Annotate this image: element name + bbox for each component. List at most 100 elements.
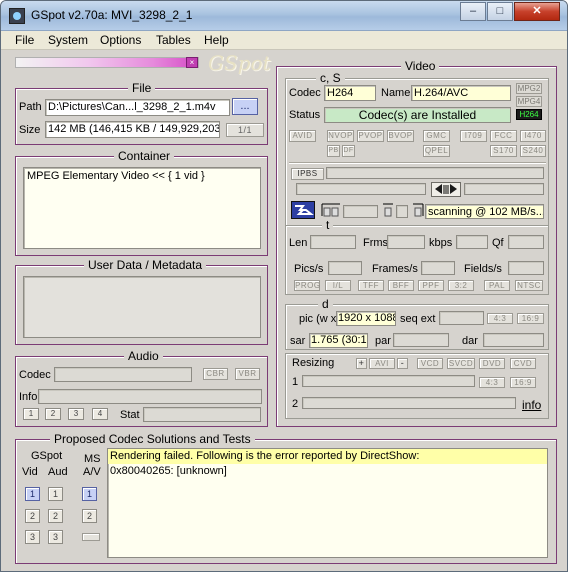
resize-cvd-button[interactable]: CVD xyxy=(510,358,536,369)
flag-pal[interactable]: PAL xyxy=(484,280,510,291)
qf-label: Qf xyxy=(492,237,504,249)
dar-label: dar xyxy=(462,335,478,347)
flag-ntsc[interactable]: NTSC xyxy=(515,280,543,291)
flag-il[interactable]: I/L xyxy=(325,280,351,291)
ms-label: MS xyxy=(84,453,101,465)
menu-tables[interactable]: Tables xyxy=(154,33,193,47)
resizing-subgroup: Resizing + AVI - VCD SVCD DVD CVD 1 4:3 … xyxy=(285,353,549,419)
audio-group-title: Audio xyxy=(124,349,163,363)
flag-bff[interactable]: BFF xyxy=(388,280,414,291)
resize-dvd-button[interactable]: DVD xyxy=(479,358,505,369)
ms-av-2[interactable]: 2 xyxy=(82,509,97,523)
flag-i470[interactable]: I470 xyxy=(520,130,546,142)
bracket-end-icon[interactable] xyxy=(412,202,424,218)
gspot-vid-3[interactable]: 3 xyxy=(25,530,40,544)
size-field: 142 MB (146,415 KB / 149,929,203 xyxy=(45,121,220,138)
audio-codec-field xyxy=(54,367,192,382)
audio-group: Audio Codec CBR VBR Info 1 2 3 4 Stat xyxy=(15,349,268,427)
resize-vcd-button[interactable]: VCD xyxy=(417,358,443,369)
resize-svcd-button[interactable]: SVCD xyxy=(447,358,475,369)
audio-info-label: Info xyxy=(19,391,38,403)
app-icon[interactable] xyxy=(9,8,25,24)
decode-test-icon[interactable] xyxy=(291,201,315,219)
fields-field xyxy=(508,261,544,275)
flag-df[interactable]: DF xyxy=(342,145,355,157)
message-line-1: Rendering failed. Following is the error… xyxy=(108,449,547,464)
video-name-label: Name xyxy=(381,87,411,99)
title-bar[interactable]: GSpot v2.70a: MVI_3298_2_1 – □ ✕ xyxy=(1,1,567,31)
message-line-2: 0x80040265: [unknown] xyxy=(110,465,227,477)
proposed-message-box[interactable]: Rendering failed. Following is the error… xyxy=(107,448,548,558)
ms-av-blank[interactable] xyxy=(82,533,100,541)
video-group-title: Video xyxy=(401,59,440,73)
bracket-ib-icon[interactable] xyxy=(321,202,341,218)
resize-row1-label: 1 xyxy=(292,376,299,388)
cbr-button[interactable]: CBR xyxy=(203,368,228,380)
browse-button[interactable]: ... xyxy=(232,98,258,115)
flag-pvop[interactable]: PVOP xyxy=(357,130,384,142)
ms-av-1[interactable]: 1 xyxy=(82,487,97,501)
par-field xyxy=(393,333,449,347)
flag-tff[interactable]: TFF xyxy=(358,280,384,291)
resize-169-button[interactable]: 16:9 xyxy=(510,377,536,388)
flag-i709[interactable]: I709 xyxy=(460,130,487,142)
flag-ppf[interactable]: PPF xyxy=(418,280,444,291)
file-counter[interactable]: 1/1 xyxy=(226,123,264,137)
flag-avid[interactable]: AVID xyxy=(289,130,316,142)
flag-s240[interactable]: S240 xyxy=(520,145,546,157)
close-mini-icon[interactable]: × xyxy=(186,57,198,68)
video-status-label: Status xyxy=(289,109,321,121)
resize-minus-button[interactable]: - xyxy=(397,358,408,369)
gspot-vid-2[interactable]: 2 xyxy=(25,509,40,523)
flag-s170[interactable]: S170 xyxy=(490,145,517,157)
gspot-aud-3[interactable]: 3 xyxy=(48,530,63,544)
pics-field xyxy=(328,261,362,275)
flag-nvop[interactable]: NVOP xyxy=(327,130,354,142)
info-link[interactable]: info xyxy=(522,398,541,412)
gspot-aud-1[interactable]: 1 xyxy=(48,487,63,501)
ipbs-field xyxy=(326,167,544,179)
ar-169-button[interactable]: 16:9 xyxy=(517,313,544,324)
video-codec-field: H264 xyxy=(324,85,376,101)
pic-label: pic (w x xyxy=(299,313,337,325)
vbr-button[interactable]: VBR xyxy=(235,368,260,380)
minimize-button[interactable]: – xyxy=(460,2,486,21)
close-button[interactable]: ✕ xyxy=(514,2,560,21)
flag-prog[interactable]: PROG xyxy=(294,280,320,291)
menu-file[interactable]: File xyxy=(13,33,36,47)
scan-icon[interactable] xyxy=(431,182,461,197)
resize-avi-button[interactable]: AVI xyxy=(369,358,395,369)
userdata-group: User Data / Metadata xyxy=(15,258,268,345)
audio-stream-1[interactable]: 1 xyxy=(23,408,39,420)
frame-bar-right xyxy=(464,183,544,195)
audio-stream-4[interactable]: 4 xyxy=(92,408,108,420)
ar-43-button[interactable]: 4:3 xyxy=(487,313,513,324)
container-textbox[interactable]: MPEG Elementary Video << { 1 vid } xyxy=(23,167,261,249)
container-value: MPEG Elementary Video << { 1 vid } xyxy=(27,170,205,182)
flag-gmc[interactable]: GMC xyxy=(423,130,450,142)
flag-32[interactable]: 3:2 xyxy=(448,280,474,291)
flag-fcc[interactable]: FCC xyxy=(490,130,517,142)
h264-tag: H264 xyxy=(516,109,542,120)
gspot-aud-2[interactable]: 2 xyxy=(48,509,63,523)
audio-stream-2[interactable]: 2 xyxy=(45,408,61,420)
resize-plus-button[interactable]: + xyxy=(356,358,367,369)
gspot-vid-1[interactable]: 1 xyxy=(25,487,40,501)
audio-stat-label: Stat xyxy=(120,409,140,421)
ipbs-button[interactable]: IPBS xyxy=(291,168,324,180)
resize-43-button[interactable]: 4:3 xyxy=(479,377,505,388)
par-label: par xyxy=(375,335,391,347)
userdata-textbox[interactable] xyxy=(23,276,261,338)
menu-options[interactable]: Options xyxy=(98,33,143,47)
menu-help[interactable]: Help xyxy=(202,33,231,47)
sar-label: sar xyxy=(290,335,306,347)
flag-bvop[interactable]: BVOP xyxy=(387,130,414,142)
flag-pb[interactable]: PB xyxy=(327,145,340,157)
bracket-i-icon[interactable] xyxy=(382,202,394,218)
audio-stream-3[interactable]: 3 xyxy=(68,408,84,420)
menu-system[interactable]: System xyxy=(46,33,90,47)
path-field[interactable]: D:\Pictures\Can...l_3298_2_1.m4v xyxy=(45,99,230,116)
flag-qpel[interactable]: QPEL xyxy=(423,145,450,157)
maximize-button[interactable]: □ xyxy=(487,2,513,21)
codec-subgroup-title: c, S xyxy=(316,71,345,85)
